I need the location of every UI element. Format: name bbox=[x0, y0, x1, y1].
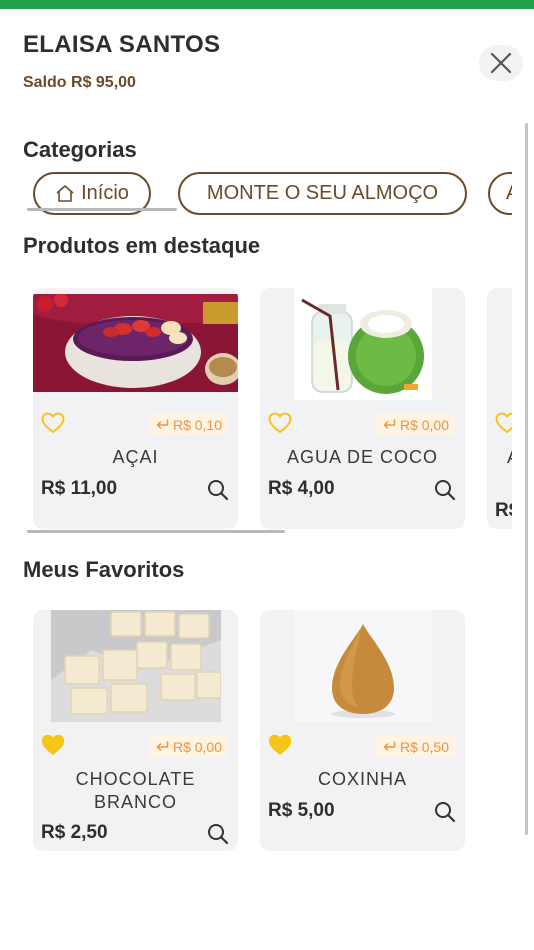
top-status-bar bbox=[0, 0, 534, 9]
product-price: R$ 5,00 bbox=[268, 800, 335, 821]
product-name: AÇAI bbox=[112, 447, 159, 467]
category-chip-next[interactable]: A bbox=[488, 172, 512, 215]
cashback-value: R$ 0,10 bbox=[172, 417, 222, 433]
cashback-badge: R$ 0,10 bbox=[148, 414, 228, 436]
user-name: ELAISA SANTOS bbox=[23, 31, 221, 58]
product-card-partial[interactable]: A R$ bbox=[487, 288, 512, 529]
category-label: MONTE O SEU ALMOÇO bbox=[206, 182, 439, 204]
cashback-value: R$ 0,50 bbox=[399, 739, 449, 755]
product-name: AGUA DE COCO bbox=[286, 447, 439, 467]
product-card-chocolate-branco[interactable]: R$ 0,00 CHOCOLATE BRANCO R$ 2,50 bbox=[33, 610, 238, 851]
product-card-agua-de-coco[interactable]: R$ 0,00 AGUA DE COCO R$ 4,00 bbox=[260, 288, 465, 529]
product-price: R$ 11,00 bbox=[41, 478, 118, 499]
favorite-heart-icon[interactable] bbox=[41, 734, 65, 756]
featured-title: Produtos em destaque bbox=[23, 233, 261, 258]
category-label: Início bbox=[81, 182, 129, 204]
cashback-badge: R$ 0,50 bbox=[375, 736, 455, 758]
category-chip-monte-seu-almoco[interactable]: MONTE O SEU ALMOÇO bbox=[178, 172, 467, 215]
cashback-value: R$ 0,00 bbox=[172, 739, 222, 755]
favorites-title: Meus Favoritos bbox=[23, 557, 185, 582]
favorite-heart-icon[interactable] bbox=[268, 734, 292, 756]
favorites-list: R$ 0,00 CHOCOLATE BRANCO R$ 2,50 R$ 0,50… bbox=[0, 610, 512, 855]
home-icon bbox=[56, 185, 74, 202]
search-icon[interactable] bbox=[206, 822, 230, 846]
category-label: A bbox=[506, 182, 512, 205]
vertical-scrollbar[interactable] bbox=[525, 123, 528, 835]
search-icon[interactable] bbox=[433, 800, 457, 824]
favorite-heart-icon[interactable] bbox=[41, 412, 65, 434]
product-image-coxinha bbox=[260, 610, 465, 722]
cashback-value: R$ 0,00 bbox=[399, 417, 449, 433]
featured-products-list: R$ 0,10 AÇAI R$ 11,00 R$ 0,00 AGUA DE CO… bbox=[0, 288, 512, 533]
product-card-acai[interactable]: R$ 0,10 AÇAI R$ 11,00 bbox=[33, 288, 238, 529]
category-scrollbar[interactable] bbox=[27, 208, 177, 211]
return-arrow-icon bbox=[155, 741, 169, 753]
product-name-line1: CHOCOLATE bbox=[75, 769, 196, 789]
search-icon[interactable] bbox=[206, 478, 230, 502]
product-price: R$ 2,50 bbox=[41, 822, 108, 843]
product-image-agua-de-coco bbox=[260, 288, 465, 400]
product-image-acai bbox=[33, 294, 238, 400]
close-icon bbox=[490, 52, 512, 74]
search-icon[interactable] bbox=[433, 478, 457, 502]
product-price: R$ bbox=[495, 500, 512, 521]
product-name-line2: BRANCO bbox=[93, 792, 177, 812]
cashback-badge: R$ 0,00 bbox=[148, 736, 228, 758]
cashback-badge: R$ 0,00 bbox=[375, 414, 455, 436]
balance-label: Saldo R$ 95,00 bbox=[23, 74, 136, 91]
favorite-heart-icon[interactable] bbox=[495, 412, 512, 434]
categories-title: Categorias bbox=[23, 137, 137, 162]
product-card-coxinha[interactable]: R$ 0,50 COXINHA R$ 5,00 bbox=[260, 610, 465, 851]
product-image-chocolate-branco bbox=[33, 610, 238, 722]
return-arrow-icon bbox=[382, 741, 396, 753]
product-name: COXINHA bbox=[317, 769, 407, 789]
favorite-heart-icon[interactable] bbox=[268, 412, 292, 434]
return-arrow-icon bbox=[155, 419, 169, 431]
product-name: A bbox=[507, 446, 512, 469]
product-price: R$ 4,00 bbox=[268, 478, 335, 499]
close-button[interactable] bbox=[479, 45, 523, 81]
featured-scrollbar[interactable] bbox=[27, 530, 285, 533]
return-arrow-icon bbox=[382, 419, 396, 431]
